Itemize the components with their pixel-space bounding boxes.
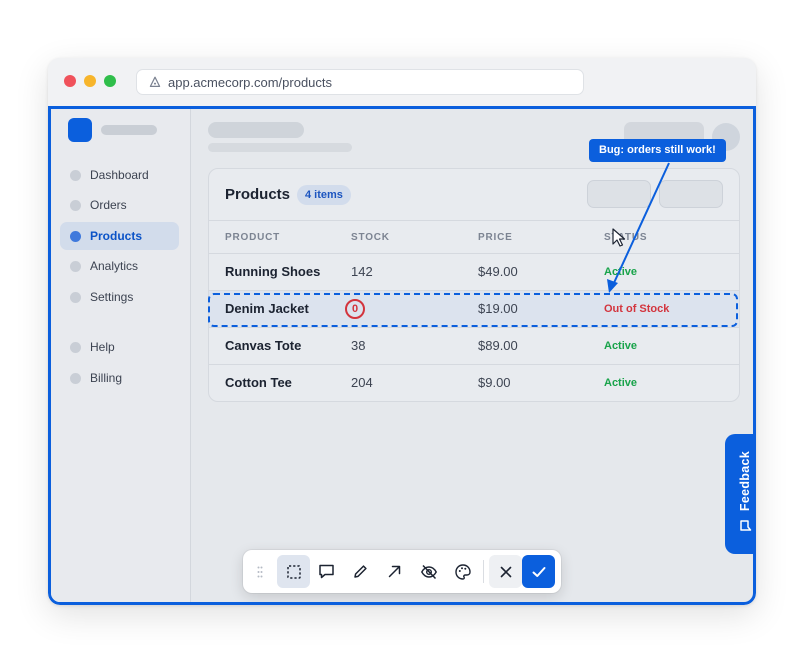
sidebar-item-label: Dashboard xyxy=(90,168,149,182)
status-badge: Out of Stock xyxy=(604,303,670,315)
dot-icon xyxy=(70,199,81,211)
sidebar-item-help[interactable]: Help xyxy=(60,333,179,361)
sidebar-item-label: Products xyxy=(90,229,143,243)
dot-icon xyxy=(70,372,81,384)
count-badge: 4 items xyxy=(297,185,351,205)
sidebar-item-label: Settings xyxy=(90,290,134,304)
table-row[interactable]: Denim Jacket 0 $19.00 Out of Stock xyxy=(209,290,739,327)
sidebar-item-label: Help xyxy=(90,340,115,354)
feedback-label: Feedback xyxy=(738,450,752,512)
select-area-button[interactable] xyxy=(277,555,310,588)
sidebar-item-label: Orders xyxy=(90,198,127,212)
table-row[interactable]: Canvas Tote 38 $89.00 Active xyxy=(209,327,739,364)
dot-icon xyxy=(70,230,81,242)
sidebar-item-products[interactable]: Products xyxy=(60,222,179,250)
status-badge: Active xyxy=(604,266,638,278)
sidebar-item-billing[interactable]: Billing xyxy=(60,364,179,392)
column-header-stock[interactable]: STOCK xyxy=(351,232,390,243)
sidebar-item-dashboard[interactable]: Dashboard xyxy=(60,161,179,189)
app-name-placeholder xyxy=(101,125,157,135)
price-value: $9.00 xyxy=(478,375,511,390)
sidebar-item-label: Analytics xyxy=(90,259,139,273)
minimize-window-button[interactable] xyxy=(84,75,96,87)
price-value: $49.00 xyxy=(478,264,518,279)
comment-button[interactable] xyxy=(310,555,343,588)
column-header-product[interactable]: PRODUCT xyxy=(225,232,280,243)
check-icon xyxy=(532,566,545,577)
product-name: Running Shoes xyxy=(225,264,321,279)
filter-button-placeholder[interactable] xyxy=(587,180,651,208)
product-name: Canvas Tote xyxy=(225,338,302,353)
page-title: Products xyxy=(225,186,291,203)
url-text: app.acmecorp.com/products xyxy=(168,74,333,90)
browser-window: app.acmecorp.com/products Dashboard Orde… xyxy=(48,58,756,605)
page-viewport: Dashboard Orders Products Analytics Sett… xyxy=(48,106,756,605)
dot-icon xyxy=(70,341,81,353)
maximize-window-button[interactable] xyxy=(104,75,116,87)
table-row[interactable]: Running Shoes 142 $49.00 Active xyxy=(209,253,739,290)
toolbar-divider xyxy=(483,560,484,583)
annotation-callout[interactable]: Bug: orders still work! xyxy=(589,139,726,162)
feedback-icon xyxy=(739,519,752,537)
dot-icon xyxy=(70,169,81,181)
comment-icon xyxy=(319,564,334,579)
color-button[interactable] xyxy=(446,555,479,588)
table-row[interactable]: Cotton Tee 204 $9.00 Active xyxy=(209,364,739,401)
annotation-toolbar xyxy=(243,550,561,593)
address-bar[interactable]: app.acmecorp.com/products xyxy=(136,69,584,95)
dot-icon xyxy=(70,260,81,272)
palette-icon xyxy=(454,563,471,580)
hide-button[interactable] xyxy=(412,555,445,588)
dot-icon xyxy=(70,291,81,303)
stock-value: 38 xyxy=(351,338,366,353)
hide-icon xyxy=(420,564,437,579)
stock-value: 204 xyxy=(351,375,373,390)
sidebar-item-analytics[interactable]: Analytics xyxy=(60,252,179,280)
cancel-button[interactable] xyxy=(489,555,522,588)
close-window-button[interactable] xyxy=(64,75,76,87)
arrow-tool-button[interactable] xyxy=(378,555,411,588)
column-header-status[interactable]: STATUS xyxy=(604,232,647,243)
sidebar: Dashboard Orders Products Analytics Sett… xyxy=(51,109,191,602)
confirm-button[interactable] xyxy=(522,555,555,588)
feedback-tab[interactable]: Feedback xyxy=(725,434,753,554)
sidebar-item-label: Billing xyxy=(90,371,123,385)
page-subtitle-placeholder xyxy=(208,143,352,152)
status-badge: Active xyxy=(604,377,638,389)
products-card: Products 4 items PRODUCT STOCK PRICE STA… xyxy=(208,168,740,402)
select-area-icon xyxy=(286,564,301,579)
price-value: $19.00 xyxy=(478,301,518,316)
close-icon xyxy=(500,566,511,577)
pencil-icon xyxy=(354,565,367,578)
page-title-placeholder xyxy=(208,122,304,138)
grip-icon[interactable] xyxy=(257,565,263,583)
app-logo[interactable] xyxy=(68,118,92,142)
product-name: Denim Jacket xyxy=(225,301,309,316)
sidebar-item-settings[interactable]: Settings xyxy=(60,283,179,311)
price-value: $89.00 xyxy=(478,338,518,353)
product-name: Cotton Tee xyxy=(225,375,292,390)
sidebar-item-orders[interactable]: Orders xyxy=(60,191,179,219)
site-info-icon xyxy=(149,76,161,88)
column-header-price[interactable]: PRICE xyxy=(478,232,513,243)
browser-titlebar: app.acmecorp.com/products xyxy=(48,58,756,106)
products-card-header: Products 4 items xyxy=(209,169,739,221)
stock-value: 0 xyxy=(345,299,365,319)
status-badge: Active xyxy=(604,340,638,352)
arrow-icon xyxy=(388,565,401,578)
add-button-placeholder[interactable] xyxy=(659,180,723,208)
stock-value: 142 xyxy=(351,264,373,279)
draw-button[interactable] xyxy=(344,555,377,588)
